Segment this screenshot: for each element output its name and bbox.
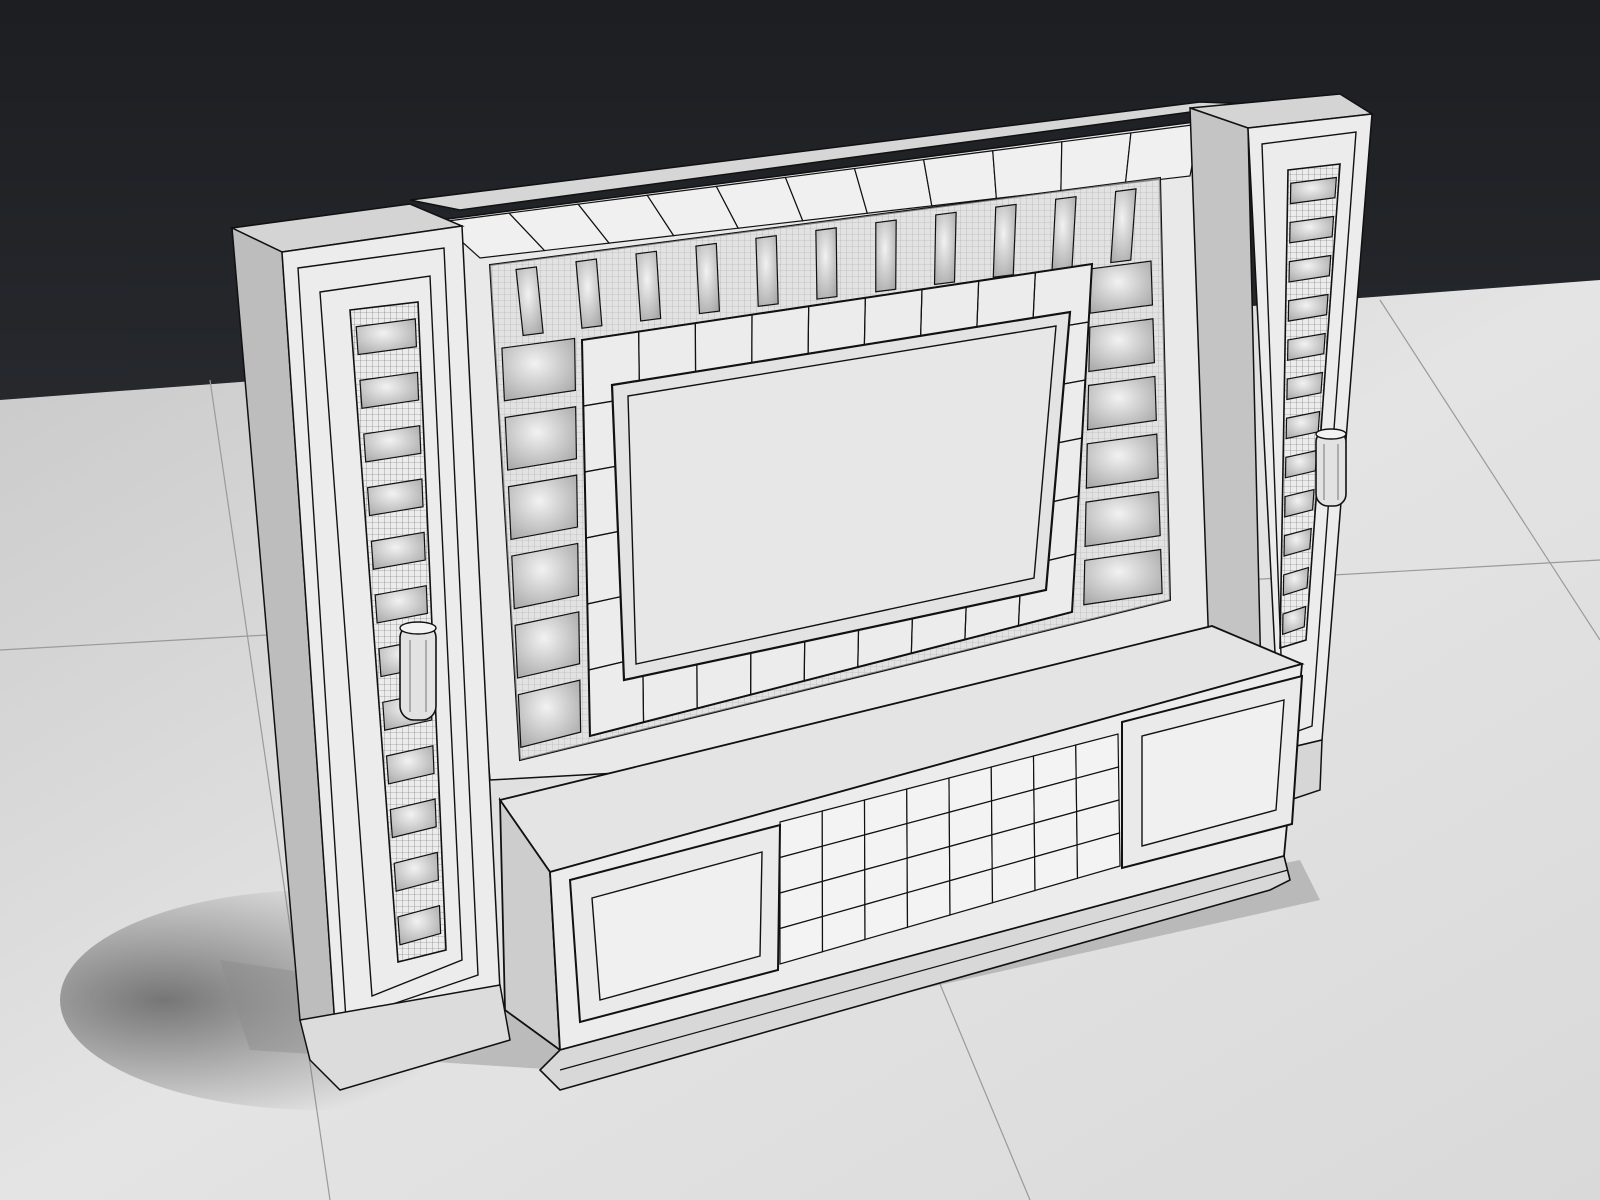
top-tile [1124,123,1201,185]
tuft [755,234,779,308]
tuft [815,227,838,300]
wall-sconce-icon [1315,428,1347,507]
top-tile [853,158,933,214]
tuft [501,337,577,402]
render-viewport [0,0,1600,1200]
tuft [992,203,1017,278]
wall-sconce-icon [399,621,437,721]
top-tile [992,141,1063,200]
tuft [1051,195,1077,271]
tuft [504,406,578,471]
tuft [875,219,897,293]
tuft [635,250,662,322]
top-tile [922,150,998,207]
tuft [1088,318,1156,373]
tuft [933,211,957,286]
tuft [695,242,721,315]
tuft [1086,375,1157,431]
tuft [1085,433,1159,489]
tuft [1089,260,1154,314]
